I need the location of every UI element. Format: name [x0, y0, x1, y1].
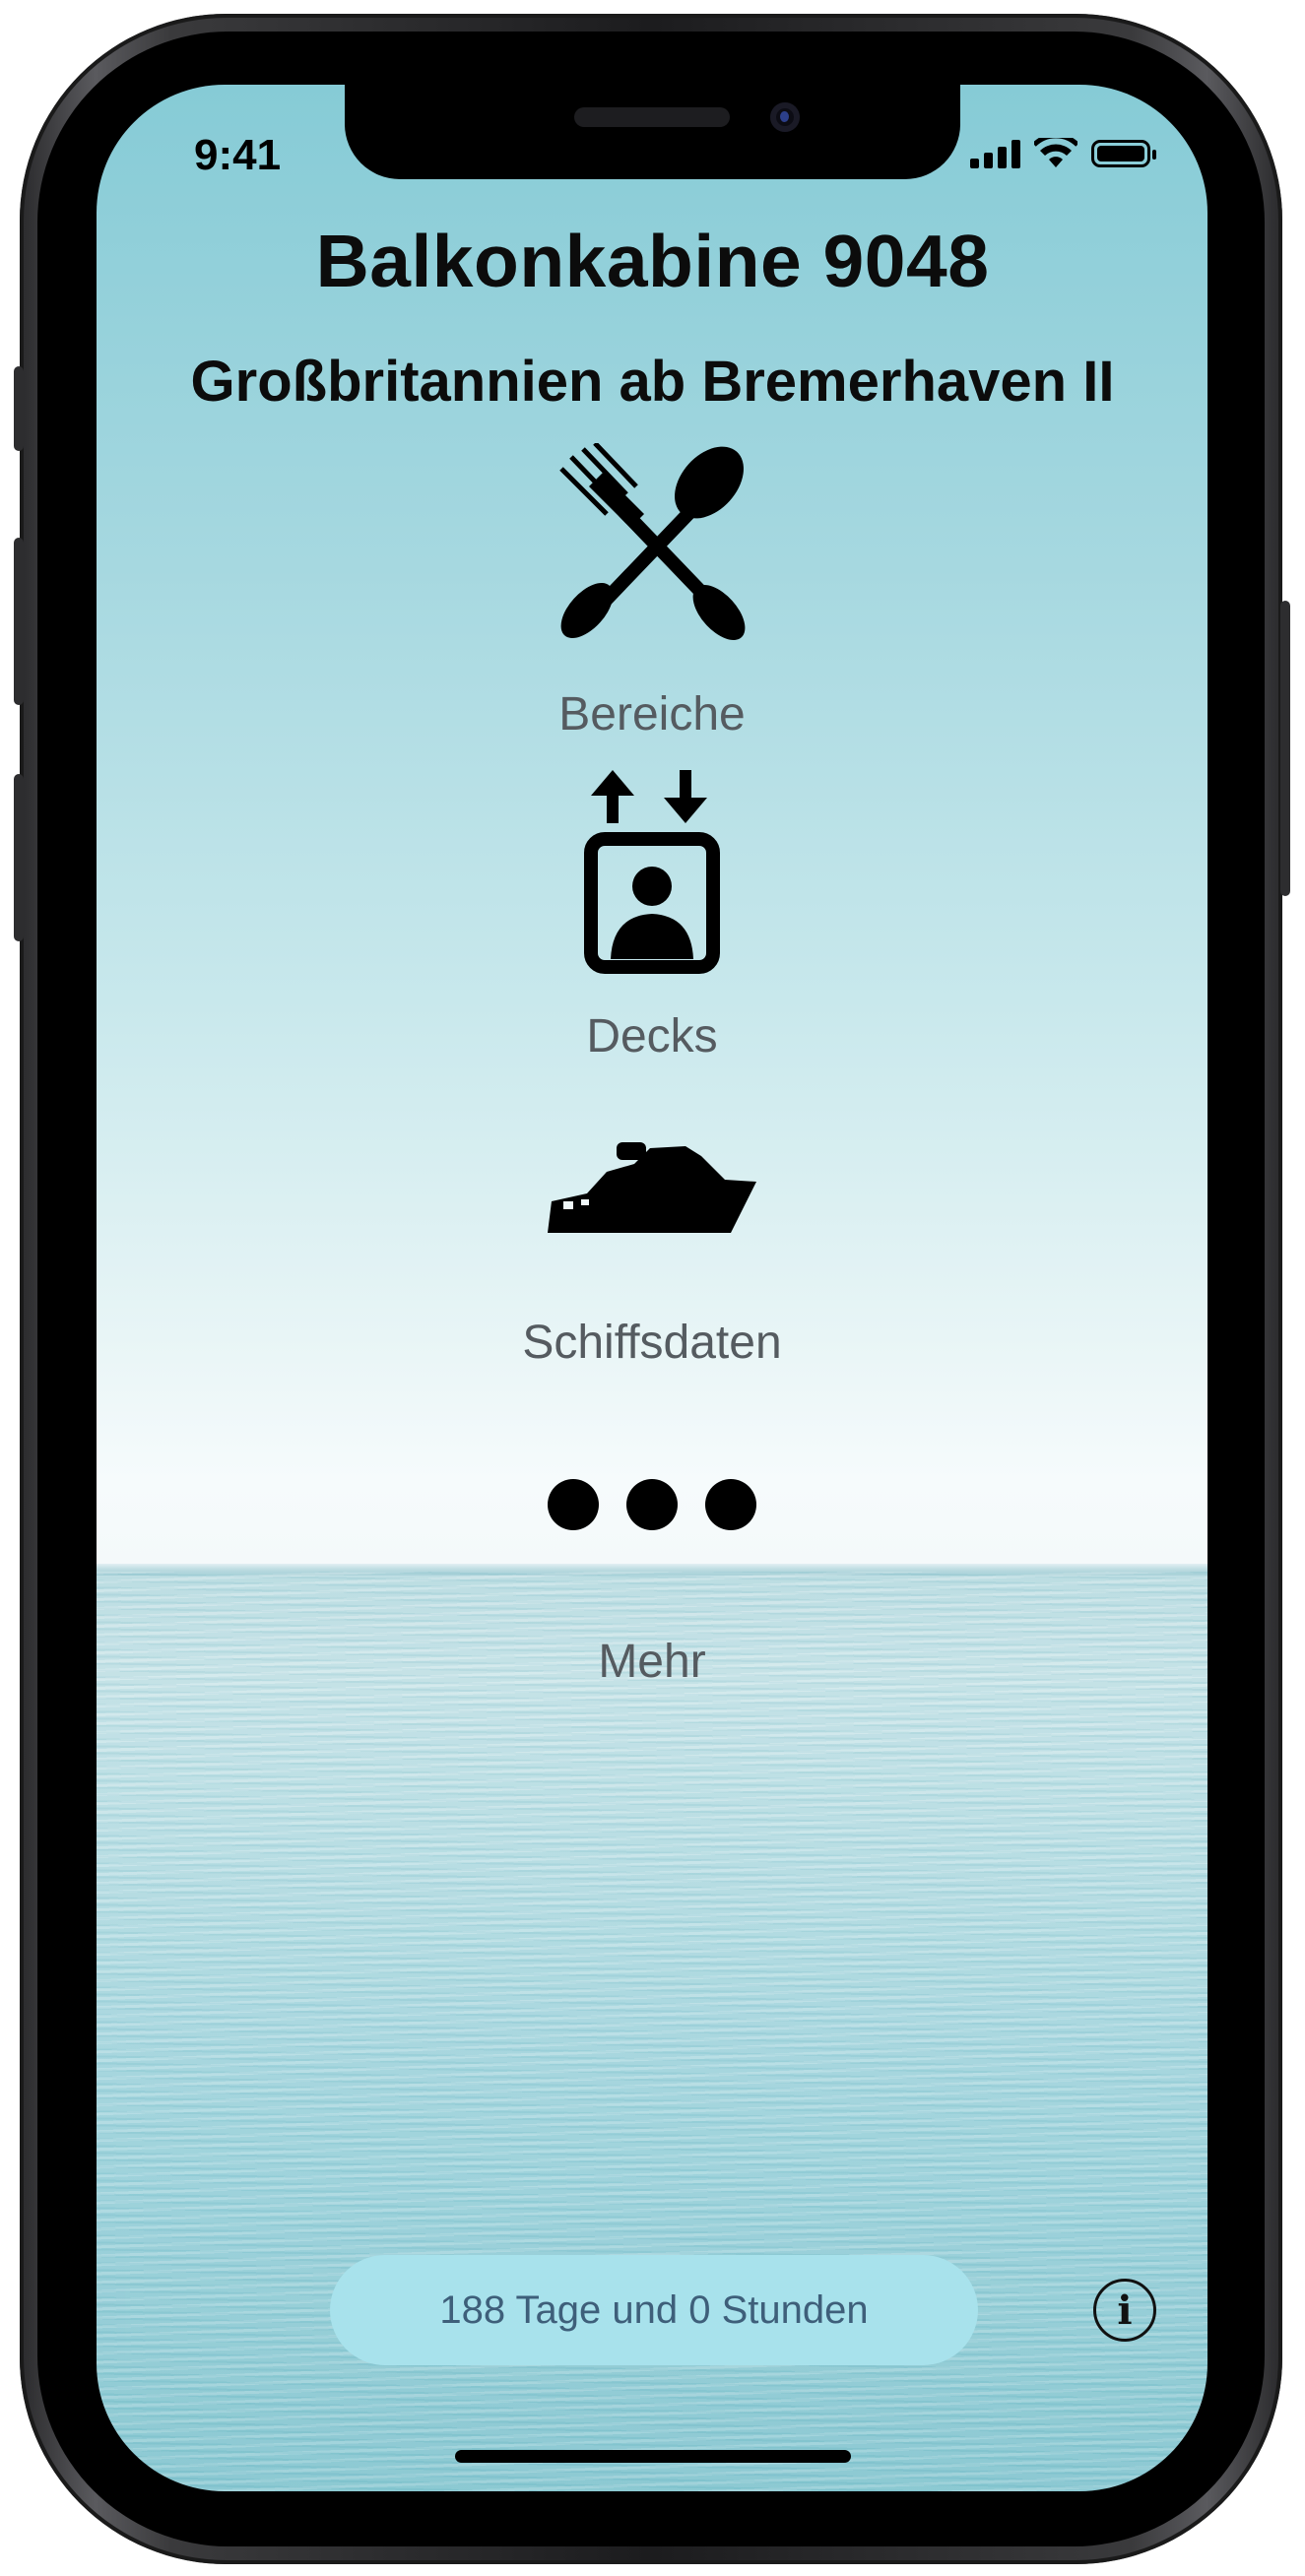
- menu-item-schiffsdaten[interactable]: Schiffsdaten: [455, 1142, 849, 1388]
- wifi-icon: [1034, 138, 1077, 167]
- volume-down-button: [14, 774, 24, 941]
- status-icons: [970, 138, 1156, 169]
- menu-label-schiffsdaten: Schiffsdaten: [522, 1317, 782, 1369]
- notch: [345, 85, 960, 179]
- page-subtitle: Großbritannien ab Bremerhaven II: [190, 350, 1115, 414]
- speaker: [574, 107, 730, 127]
- volume-up-button: [14, 538, 24, 705]
- menu-label-bereiche: Bereiche: [558, 688, 746, 741]
- ship-icon: [548, 1142, 756, 1233]
- countdown-button[interactable]: 188 Tage und 0 Stunden: [330, 2255, 978, 2365]
- signal-icon: [970, 139, 1020, 168]
- more-icon: [548, 1479, 756, 1530]
- menu-item-mehr[interactable]: Mehr: [455, 1477, 849, 1713]
- info-icon[interactable]: i: [1093, 2279, 1156, 2342]
- battery-icon: [1091, 140, 1156, 167]
- elevator-icon: [584, 770, 720, 974]
- menu-label-mehr: Mehr: [598, 1636, 706, 1688]
- status-time: 9:41: [194, 131, 282, 179]
- front-camera: [770, 102, 800, 132]
- menu-label-decks: Decks: [586, 1010, 718, 1063]
- menu-item-bereiche[interactable]: Bereiche: [455, 443, 849, 741]
- cutlery-icon: [559, 443, 746, 640]
- power-button: [1280, 601, 1290, 896]
- home-indicator[interactable]: [455, 2450, 851, 2463]
- menu-item-decks[interactable]: Decks: [455, 768, 849, 1063]
- page-title: Balkonkabine 9048: [315, 220, 990, 302]
